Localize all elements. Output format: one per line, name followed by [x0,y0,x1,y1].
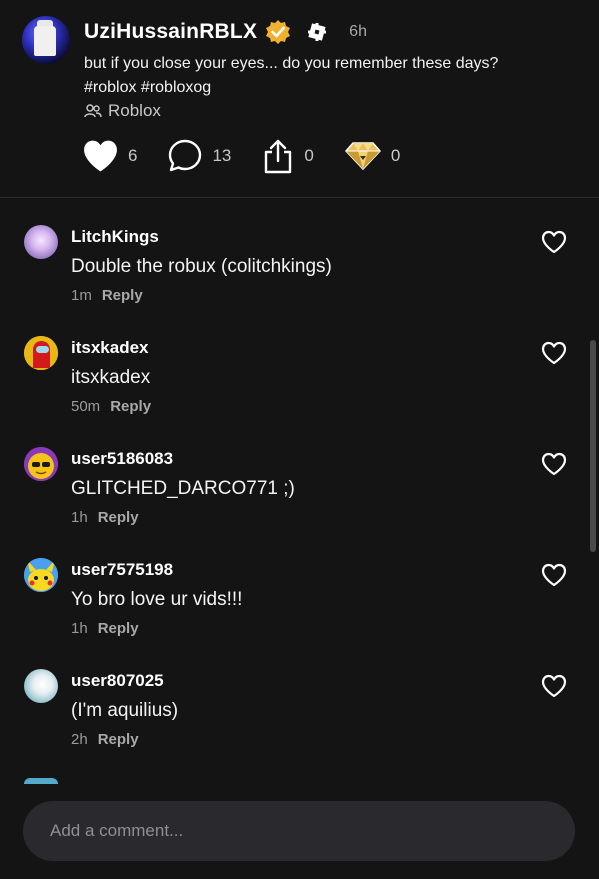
comment-item: user7575198 Yo bro love ur vids!!! 1h Rep… [0,531,599,642]
reply-button[interactable]: Reply [98,509,139,526]
comment-text: Double the robux (colitchkings) [71,256,332,277]
community-name: Roblox [108,101,161,120]
comment-button[interactable]: 13 [167,138,231,174]
commenter-name[interactable]: user807025 [71,671,164,691]
diamond-icon [344,142,381,171]
reply-button[interactable]: Reply [110,398,151,415]
commenter-name[interactable]: LitchKings [71,227,159,247]
heart-icon [84,140,117,172]
commenter-avatar[interactable] [24,225,58,259]
comment-item: itsxkadex itsxkadex 50m Reply [0,309,599,420]
post-time: 6h [349,23,367,40]
share-icon [265,139,292,174]
commenter-avatar[interactable] [24,447,58,481]
heart-outline-icon[interactable] [541,563,567,587]
comment-item: user5186083 GLITCHED_DARCO771 ;) 1h Reply [0,420,599,531]
heart-outline-icon[interactable] [541,674,567,698]
post-community[interactable]: Roblox [84,101,161,121]
comment-count: 13 [212,146,232,165]
post-header: UziHussainRBLX 6h but if you close your … [0,0,599,198]
comment-text: (I'm aquilius) [71,700,179,721]
reply-button[interactable]: Reply [98,731,139,748]
post-hashtags[interactable]: #roblox #robloxog [84,76,584,100]
people-icon [84,104,102,118]
like-button[interactable]: 6 [82,139,137,173]
verified-badge-icon [266,20,291,44]
comment-time: 2h [71,731,88,748]
post-author-avatar[interactable] [22,16,70,64]
comment-item: user807025 (I'm aquilius) 2h Reply [0,642,599,753]
comment-meta: 1h Reply [71,509,139,526]
commenter-name[interactable]: user5186083 [71,449,173,469]
share-count: 0 [304,146,314,165]
post-caption-text: but if you close your eyes... do you rem… [84,55,499,72]
reply-button[interactable]: Reply [102,287,143,304]
gift-button[interactable]: 0 [344,141,400,171]
among-us-avatar-icon [24,336,58,370]
heart-outline-icon[interactable] [541,452,567,476]
post-author-name[interactable]: UziHussainRBLX [84,20,257,44]
heart-outline-icon[interactable] [541,230,567,254]
commenter-avatar[interactable] [24,669,58,703]
comment-meta: 2h Reply [71,731,139,748]
gift-count: 0 [390,146,401,165]
comment-composer[interactable] [23,801,575,861]
pikachu-avatar-icon [24,558,58,592]
comment-text: Yo bro love ur vids!!! [71,589,243,610]
roblox-logo-icon [308,23,327,41]
commenter-avatar[interactable] [24,336,58,370]
reply-button[interactable]: Reply [98,620,139,637]
comment-meta: 1h Reply [71,620,139,637]
comments-list[interactable]: LitchKings Double the robux (colitchking… [0,198,599,783]
comment-meta: 50m Reply [71,398,151,415]
comment-time: 1h [71,509,88,526]
comment-time: 1h [71,620,88,637]
like-count: 6 [128,146,138,165]
post-caption: but if you close your eyes... do you rem… [84,52,584,100]
commenter-name[interactable]: itsxkadex [71,338,149,358]
share-button[interactable]: 0 [261,138,314,174]
comment-item: LitchKings Double the robux (colitchking… [0,198,599,309]
comment-time: 50m [71,398,101,415]
post-author-row: UziHussainRBLX 6h [84,18,367,46]
post-actions: 6 13 0 0 [82,136,430,176]
commenter-name[interactable]: user7575198 [71,560,173,580]
comment-time: 1m [71,287,92,304]
sunglasses-emoji-avatar-icon [24,447,58,481]
comment-text: GLITCHED_DARCO771 ;) [71,478,295,499]
speech-bubble-icon [169,139,202,172]
comments-scrollbar[interactable] [590,340,596,552]
comment-meta: 1m Reply [71,287,143,304]
commenter-avatar[interactable] [24,558,58,592]
heart-outline-icon[interactable] [541,341,567,365]
commenter-avatar-partial [24,778,58,784]
comment-text: itsxkadex [71,367,151,388]
comment-input[interactable] [48,820,552,842]
